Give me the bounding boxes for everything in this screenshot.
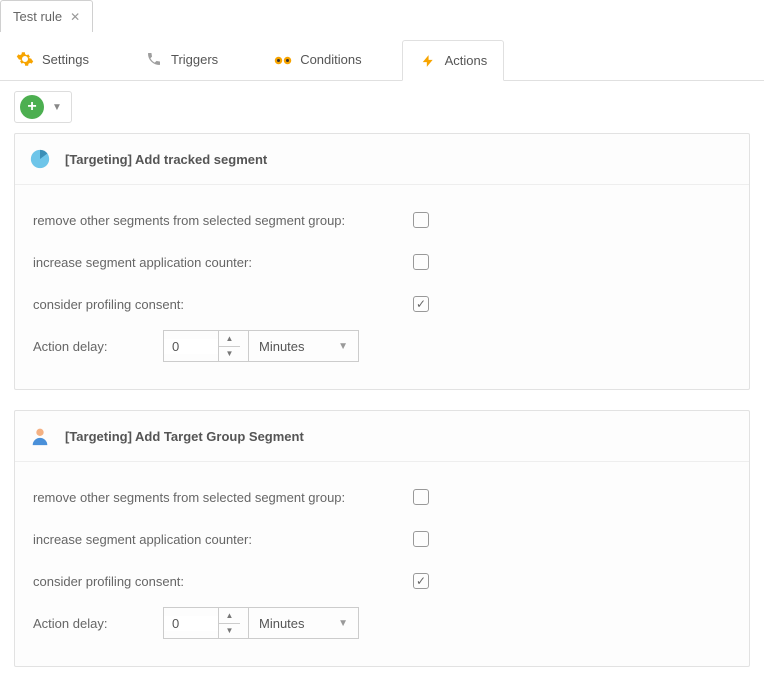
panel-header: [Targeting] Add tracked segment [15,134,749,185]
chevron-down-icon[interactable]: ▼ [48,98,66,117]
field-consider-consent: consider profiling consent: ✓ [33,283,731,325]
checkbox-remove-other[interactable] [413,489,429,505]
action-panel: [Targeting] Add tracked segment remove o… [14,133,750,390]
chevron-down-icon: ▼ [338,618,348,629]
tab-label: Conditions [300,52,361,67]
checkbox-consider-consent[interactable]: ✓ [413,573,429,589]
tab-settings[interactable]: Settings [0,40,105,80]
delay-unit-select[interactable]: Minutes ▼ [249,607,359,639]
panel-title: [Targeting] Add tracked segment [65,152,267,167]
panels: [Targeting] Add tracked segment remove o… [0,133,764,667]
spinner: ▲ ▼ [218,331,240,361]
field-action-delay: Action delay: ▲ ▼ Minutes ▼ [33,325,731,367]
field-label: increase segment application counter: [33,255,413,270]
field-action-delay: Action delay: ▲ ▼ Minutes ▼ [33,602,731,644]
tab-conditions[interactable]: Conditions [258,40,377,80]
delay-number-input: ▲ ▼ [163,607,249,639]
field-label: remove other segments from selected segm… [33,490,413,505]
add-action-group: + ▼ [14,91,72,123]
nav-tabs: Settings Triggers Conditions Actions [0,32,764,81]
field-increase-counter: increase segment application counter: [33,241,731,283]
user-icon [29,425,51,447]
field-label: consider profiling consent: [33,297,413,312]
binoculars-icon [274,50,292,68]
field-label: remove other segments from selected segm… [33,213,413,228]
field-remove-other: remove other segments from selected segm… [33,199,731,241]
select-value: Minutes [259,616,305,631]
tab-label: Actions [445,53,488,68]
checkbox-increase-counter[interactable] [413,531,429,547]
field-label: increase segment application counter: [33,532,413,547]
close-icon[interactable]: ✕ [70,10,80,24]
field-consider-consent: consider profiling consent: ✓ [33,560,731,602]
tab-label: Triggers [171,52,218,67]
tab-label: Settings [42,52,89,67]
checkbox-remove-other[interactable] [413,212,429,228]
tab-triggers[interactable]: Triggers [129,40,234,80]
field-remove-other: remove other segments from selected segm… [33,476,731,518]
action-panel: [Targeting] Add Target Group Segment rem… [14,410,750,667]
panel-header: [Targeting] Add Target Group Segment [15,411,749,462]
spinner: ▲ ▼ [218,608,240,638]
field-label: consider profiling consent: [33,574,413,589]
spinner-down-icon[interactable]: ▼ [219,347,240,362]
page-tab-label: Test rule [13,9,62,24]
add-button[interactable]: + [20,95,44,119]
field-label: Action delay: [33,339,163,354]
gear-icon [16,50,34,68]
delay-controls: ▲ ▼ Minutes ▼ [163,330,359,362]
delay-number-input: ▲ ▼ [163,330,249,362]
spinner-up-icon[interactable]: ▲ [219,331,240,347]
delay-unit-select[interactable]: Minutes ▼ [249,330,359,362]
bolt-icon [419,52,437,70]
chevron-down-icon: ▼ [338,341,348,352]
page-tab[interactable]: Test rule ✕ [0,0,93,32]
tab-actions[interactable]: Actions [402,40,505,81]
pie-chart-icon [29,148,51,170]
field-increase-counter: increase segment application counter: [33,518,731,560]
delay-value-input[interactable] [164,339,218,354]
checkbox-consider-consent[interactable]: ✓ [413,296,429,312]
spinner-down-icon[interactable]: ▼ [219,624,240,639]
spinner-up-icon[interactable]: ▲ [219,608,240,624]
panel-body: remove other segments from selected segm… [15,462,749,666]
delay-controls: ▲ ▼ Minutes ▼ [163,607,359,639]
panel-body: remove other segments from selected segm… [15,185,749,389]
field-label: Action delay: [33,616,163,631]
select-value: Minutes [259,339,305,354]
toolbar: + ▼ [0,81,764,133]
delay-value-input[interactable] [164,616,218,631]
checkbox-increase-counter[interactable] [413,254,429,270]
panel-title: [Targeting] Add Target Group Segment [65,429,304,444]
phone-icon [145,50,163,68]
